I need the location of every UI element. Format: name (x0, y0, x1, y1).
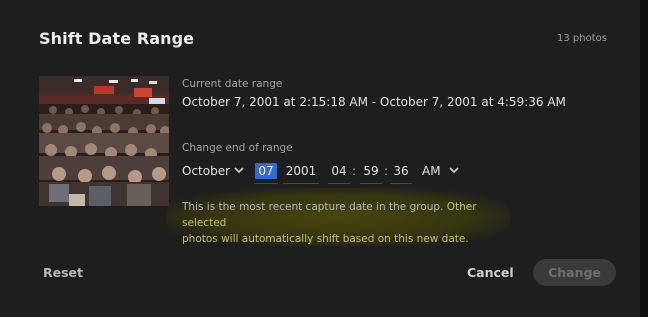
info-text-highlight: photos will automatically shift based on… (182, 233, 469, 245)
chevron-down-icon[interactable] (233, 164, 245, 176)
day-value: 07 (255, 163, 277, 179)
month-select[interactable]: October (182, 164, 230, 178)
change-button[interactable]: Change (533, 259, 616, 286)
info-text: This is the most recent capture date in … (182, 199, 512, 247)
current-range-value: October 7, 2001 at 2:15:18 AM - October … (182, 95, 566, 109)
hour-field[interactable]: 04 (328, 159, 350, 184)
minute-value: 59 (363, 164, 379, 178)
time-separator: : (352, 164, 357, 178)
reset-button[interactable]: Reset (43, 265, 83, 280)
time-separator: : (384, 164, 389, 178)
dialog-title: Shift Date Range (39, 29, 195, 48)
info-text-plain: This is the most recent capture date in … (182, 201, 444, 213)
shift-date-range-dialog: Shift Date Range 13 photos Current date … (0, 0, 640, 317)
photo-thumbnail (39, 76, 169, 206)
second-field[interactable]: 36 (390, 159, 412, 184)
cancel-button[interactable]: Cancel (467, 265, 514, 280)
photo-count: 13 photos (557, 33, 607, 44)
current-range-label: Current date range (182, 78, 283, 90)
window-edge (640, 0, 648, 317)
change-end-label: Change end of range (182, 142, 293, 154)
second-value: 36 (393, 164, 409, 178)
year-field[interactable]: 2001 (283, 159, 319, 184)
year-value: 2001 (285, 164, 317, 178)
minute-field[interactable]: 59 (360, 159, 382, 184)
hour-value: 04 (331, 164, 347, 178)
chevron-down-icon[interactable] (448, 164, 460, 176)
ampm-select[interactable]: AM (422, 164, 441, 178)
day-field[interactable]: 07 (254, 159, 278, 184)
